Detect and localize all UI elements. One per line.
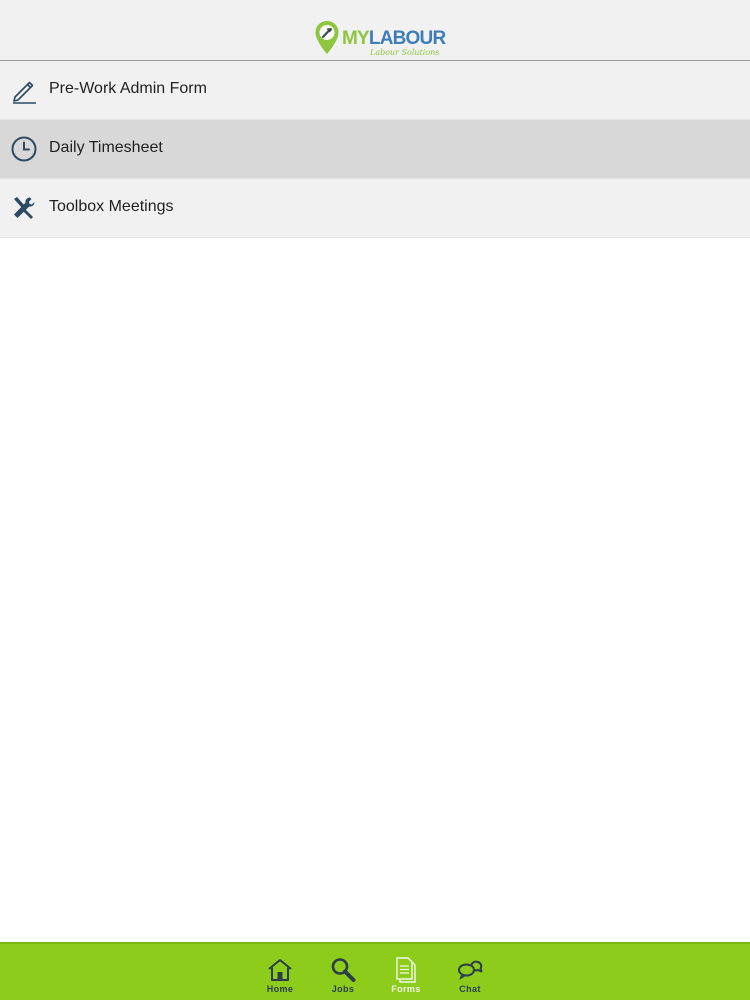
menu-item-pre-work-admin-form[interactable]: Pre-Work Admin Form — [0, 61, 750, 120]
clock-icon — [11, 136, 37, 162]
tab-label: Forms — [391, 984, 421, 994]
chat-bubbles-icon — [458, 960, 483, 980]
menu-item-label: Toolbox Meetings — [49, 198, 174, 215]
tab-label: Jobs — [331, 984, 355, 994]
document-icon — [396, 957, 416, 983]
tab-jobs[interactable]: Jobs — [313, 944, 373, 1000]
menu-item-toolbox-meetings[interactable]: Toolbox Meetings — [0, 179, 750, 238]
bottom-tab-bar: Home Jobs Forms Chat — [0, 942, 750, 1000]
tab-forms[interactable]: Forms — [376, 944, 436, 1000]
menu-item-daily-timesheet[interactable]: Daily Timesheet — [0, 120, 750, 179]
menu-item-label: Daily Timesheet — [49, 139, 163, 156]
tab-label: Chat — [459, 984, 481, 994]
map-pin-hammer-icon — [315, 21, 339, 54]
tab-home[interactable]: Home — [250, 944, 310, 1000]
tab-chat[interactable]: Chat — [440, 944, 500, 1000]
menu-item-label: Pre-Work Admin Form — [49, 80, 207, 97]
tools-icon — [14, 197, 35, 219]
pencil-icon — [13, 81, 36, 104]
logo-my: MY — [342, 28, 370, 49]
search-icon — [331, 958, 356, 982]
tab-label: Home — [266, 984, 294, 994]
forms-menu: Pre-Work Admin Form Daily Timesheet Tool… — [0, 61, 750, 238]
app-screen: MYLABOUR Labour Solutions Pre-Work Admin… — [0, 0, 750, 1000]
app-header: MYLABOUR Labour Solutions — [0, 0, 750, 61]
home-icon — [268, 959, 292, 981]
mylabour-logo: MYLABOUR Labour Solutions — [314, 20, 446, 60]
logo-tagline: Labour Solutions — [370, 48, 440, 57]
logo-labour: LABOUR — [368, 28, 446, 49]
logo-wordmark: MYLABOUR — [342, 28, 446, 50]
